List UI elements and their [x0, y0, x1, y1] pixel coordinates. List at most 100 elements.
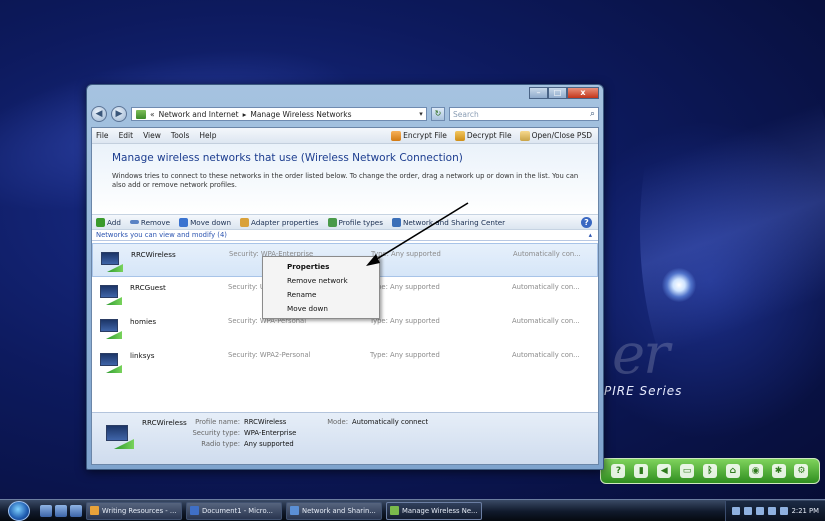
network-row-linksys[interactable]: linksys Security: WPA2-Personal Type: An… — [92, 345, 598, 379]
forward-button[interactable]: ▶ — [111, 106, 127, 122]
taskbar: Writing Resources - ... Document1 - Micr… — [0, 499, 825, 521]
word-icon — [190, 506, 199, 515]
remove-icon — [129, 220, 139, 224]
taskbar-label: Network and Sharin... — [302, 506, 376, 515]
menu-tools[interactable]: Tools — [171, 131, 189, 140]
clock[interactable]: 2:21 PM — [792, 507, 819, 515]
breadcrumb-manage-wireless[interactable]: Manage Wireless Networks — [250, 110, 351, 119]
tray-icon[interactable] — [755, 506, 764, 515]
breadcrumb-network-and-internet[interactable]: Network and Internet — [159, 110, 239, 119]
add-icon — [96, 217, 105, 227]
close-button[interactable]: x — [567, 87, 599, 99]
tray-icon[interactable] — [731, 506, 740, 515]
networks-group-label: Networks you can view and modify (4) — [96, 231, 227, 239]
adapter-properties-button[interactable]: Adapter properties — [240, 217, 319, 227]
network-sharing-center-button[interactable]: Network and Sharing Center — [391, 217, 505, 227]
tray-icon[interactable] — [743, 506, 752, 515]
page-header: Manage wireless networks that use (Wirel… — [92, 144, 598, 214]
address-row: ◀ ▶ « Network and Internet ▸ Manage Wire… — [91, 105, 599, 123]
add-button[interactable]: Add — [96, 217, 121, 227]
wallpaper-flare — [662, 268, 696, 302]
help-button[interactable]: ? — [581, 216, 592, 228]
network-type: Type: Any supported — [370, 317, 440, 325]
sidebar-dock[interactable]: ? ▮ ◀ ▭ ᛒ ⌂ ◉ ✱ ⚙ — [600, 458, 820, 484]
search-icon[interactable]: ⌕ — [590, 109, 595, 119]
adapter-properties-label: Adapter properties — [251, 217, 319, 227]
context-move-down[interactable]: Move down — [263, 302, 379, 316]
minimize-button[interactable]: – — [529, 87, 548, 99]
encrypt-icon — [391, 130, 402, 141]
context-remove-network[interactable]: Remove network — [263, 274, 379, 288]
command-bar: Add Remove Move down Adapter properties … — [92, 214, 598, 230]
bluetooth-dock-icon[interactable]: ᛒ — [702, 464, 717, 478]
quick-launch — [40, 504, 82, 517]
profile-types-icon — [327, 217, 337, 227]
move-down-icon — [179, 217, 189, 227]
encrypt-file-button[interactable]: Encrypt File — [391, 130, 447, 141]
taskbar-label: Writing Resources - ... — [102, 506, 177, 515]
menu-view[interactable]: View — [143, 131, 161, 140]
profile-types-button[interactable]: Profile types — [327, 217, 383, 227]
menu-help[interactable]: Help — [199, 131, 216, 140]
breadcrumb-overflow[interactable]: « — [150, 110, 155, 119]
help-dock-icon[interactable]: ? — [611, 464, 626, 478]
volume-dock-icon[interactable]: ◀ — [657, 464, 672, 478]
open-close-psd-button[interactable]: Open/Close PSD — [519, 130, 592, 141]
page-description: Windows tries to connect to these networ… — [112, 172, 579, 189]
volume-icon[interactable] — [779, 506, 788, 515]
taskbar-button-document1[interactable]: Document1 - Micro... — [186, 501, 282, 520]
battery-dock-icon[interactable]: ▮ — [634, 464, 649, 478]
taskbar-button-network-sharing[interactable]: Network and Sharin... — [286, 501, 382, 520]
explorer-icon[interactable] — [55, 504, 67, 517]
menu-edit[interactable]: Edit — [119, 131, 134, 140]
brightness-dock-icon[interactable]: ✱ — [771, 464, 786, 478]
profile-types-label: Profile types — [338, 217, 383, 227]
network-type: Type: Any supported — [371, 250, 441, 258]
address-dropdown-icon[interactable]: ▾ — [416, 110, 426, 118]
wireless-network-icon — [100, 285, 124, 307]
taskbar-button-writing-resources[interactable]: Writing Resources - ... — [86, 501, 182, 520]
collapse-chevron-icon[interactable]: ▴ — [589, 231, 592, 239]
remove-button[interactable]: Remove — [129, 218, 170, 227]
network-name: RRCWireless — [131, 250, 176, 259]
firefox-icon — [90, 506, 99, 515]
ie-icon[interactable] — [40, 504, 52, 517]
taskbar-button-manage-wireless[interactable]: Manage Wireless Ne... — [386, 501, 482, 520]
wireless-network-icon — [100, 353, 124, 375]
network-type: Type: Any supported — [370, 351, 440, 359]
search-input[interactable]: Search ⌕ — [449, 107, 599, 121]
wireless-network-icon — [101, 252, 125, 274]
wireless-dock-icon[interactable]: ◉ — [748, 464, 763, 478]
display-dock-icon[interactable]: ▭ — [680, 464, 695, 478]
network-security: Security: WPA2-Personal — [228, 351, 311, 359]
network-mode: Automatically con... — [513, 250, 581, 258]
maximize-button[interactable]: □ — [548, 87, 567, 99]
decrypt-file-label: Decrypt File — [466, 131, 512, 140]
menu-file[interactable]: File — [96, 131, 109, 140]
psd-icon — [519, 130, 530, 141]
context-properties[interactable]: Properties — [263, 260, 379, 274]
show-desktop-icon[interactable] — [70, 504, 82, 517]
tray-icon[interactable] — [767, 506, 776, 515]
page-title: Manage wireless networks that use (Wirel… — [112, 152, 463, 164]
back-button[interactable]: ◀ — [91, 106, 107, 122]
network-name: RRCGuest — [130, 283, 166, 292]
network-mode: Automatically con... — [512, 351, 580, 359]
context-rename[interactable]: Rename — [263, 288, 379, 302]
wallpaper-series: PIRE Series — [604, 384, 683, 398]
wallpaper-brand: er — [612, 322, 670, 387]
control-panel-icon — [136, 109, 146, 119]
breadcrumb-separator[interactable]: ▸ — [243, 110, 247, 119]
caption-buttons: – □ x — [529, 87, 599, 99]
profile-name-value: RRCWireless — [244, 418, 287, 426]
details-pane: RRCWireless Profile name: RRCWireless Se… — [92, 412, 598, 464]
networks-group-header[interactable]: Networks you can view and modify (4) ▴ — [92, 230, 598, 241]
address-bar[interactable]: « Network and Internet ▸ Manage Wireless… — [131, 107, 427, 121]
start-button[interactable] — [8, 500, 30, 521]
refresh-button[interactable]: ↻ — [431, 107, 445, 121]
decrypt-file-button[interactable]: Decrypt File — [454, 130, 512, 141]
network-type: Type: Any supported — [370, 283, 440, 291]
settings-dock-icon[interactable]: ⚙ — [794, 464, 809, 478]
move-down-button[interactable]: Move down — [179, 217, 231, 227]
lock-dock-icon[interactable]: ⌂ — [725, 464, 740, 478]
